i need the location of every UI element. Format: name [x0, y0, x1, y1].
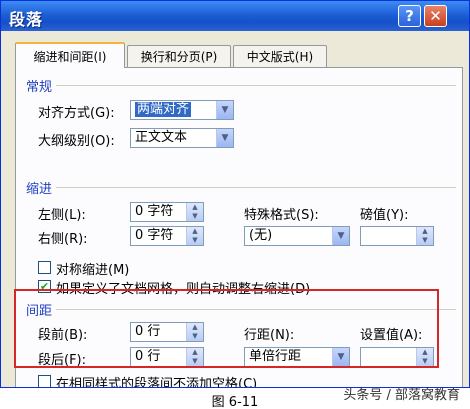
help-button[interactable]: ? [398, 5, 421, 27]
figure-caption: 图 6-11 [211, 395, 259, 409]
spacing-highlight-annotation [14, 289, 439, 368]
indent-by-spinner[interactable]: ▲ ▼ [360, 226, 434, 246]
outline-level-label: 大纲级别(O): [38, 134, 115, 149]
indent-section-title: 缩进 [26, 182, 53, 197]
close-button[interactable]: ✕ [424, 5, 447, 27]
tab-line-page-breaks[interactable]: 换行和分页(P) [127, 45, 231, 67]
close-icon: ✕ [429, 7, 442, 25]
right-indent-label: 右侧(R): [38, 232, 88, 247]
indent-divider [56, 187, 456, 188]
left-indent-spinner[interactable]: 0 字符 ▲ ▼ [130, 202, 204, 222]
paragraph-dialog: 段落 ? ✕ 缩进和间距(I) 换行和分页(P) 中文版式(H) 常规 对齐方式… [0, 0, 470, 388]
spin-arrows-icon[interactable]: ▲ ▼ [416, 227, 433, 245]
chevron-down-icon[interactable]: ▼ [216, 129, 233, 147]
tab-asian-typography[interactable]: 中文版式(H) [233, 45, 327, 67]
special-indent-select[interactable]: (无) ▼ [244, 226, 350, 246]
help-icon: ? [405, 7, 414, 25]
alignment-value: 两端对齐 [135, 102, 192, 117]
special-indent-label: 特殊格式(S): [244, 208, 319, 223]
indent-by-label: 磅值(Y): [360, 208, 409, 223]
outline-level-value: 正文文本 [135, 130, 188, 145]
spin-arrows-icon[interactable]: ▲ ▼ [186, 203, 203, 221]
chevron-down-icon[interactable]: ▼ [216, 101, 233, 119]
mirror-indents-checkbox[interactable] [38, 261, 51, 274]
no-space-same-style-checkbox[interactable] [38, 375, 51, 387]
special-indent-value: (无) [249, 228, 273, 243]
chevron-down-icon[interactable]: ▼ [332, 227, 349, 245]
no-space-same-style-label: 在相同样式的段落间不添加空格(C) [56, 377, 258, 388]
dialog-title: 段落 [9, 10, 44, 29]
alignment-label: 对齐方式(G): [38, 106, 115, 121]
left-indent-label: 左侧(L): [38, 208, 86, 223]
title-bar[interactable]: 段落 ? ✕ [1, 1, 469, 31]
right-indent-value: 0 字符 [135, 228, 174, 243]
left-indent-value: 0 字符 [135, 204, 174, 219]
outline-level-select[interactable]: 正文文本 ▼ [130, 128, 234, 148]
spin-arrows-icon[interactable]: ▲ ▼ [186, 227, 203, 245]
right-indent-spinner[interactable]: 0 字符 ▲ ▼ [130, 226, 204, 246]
mirror-indents-label: 对称缩进(M) [56, 263, 130, 278]
tab-indent-spacing[interactable]: 缩进和间距(I) [15, 42, 125, 68]
alignment-select[interactable]: 两端对齐 ▼ [130, 100, 234, 120]
general-section-title: 常规 [26, 80, 53, 95]
general-divider [56, 85, 456, 86]
